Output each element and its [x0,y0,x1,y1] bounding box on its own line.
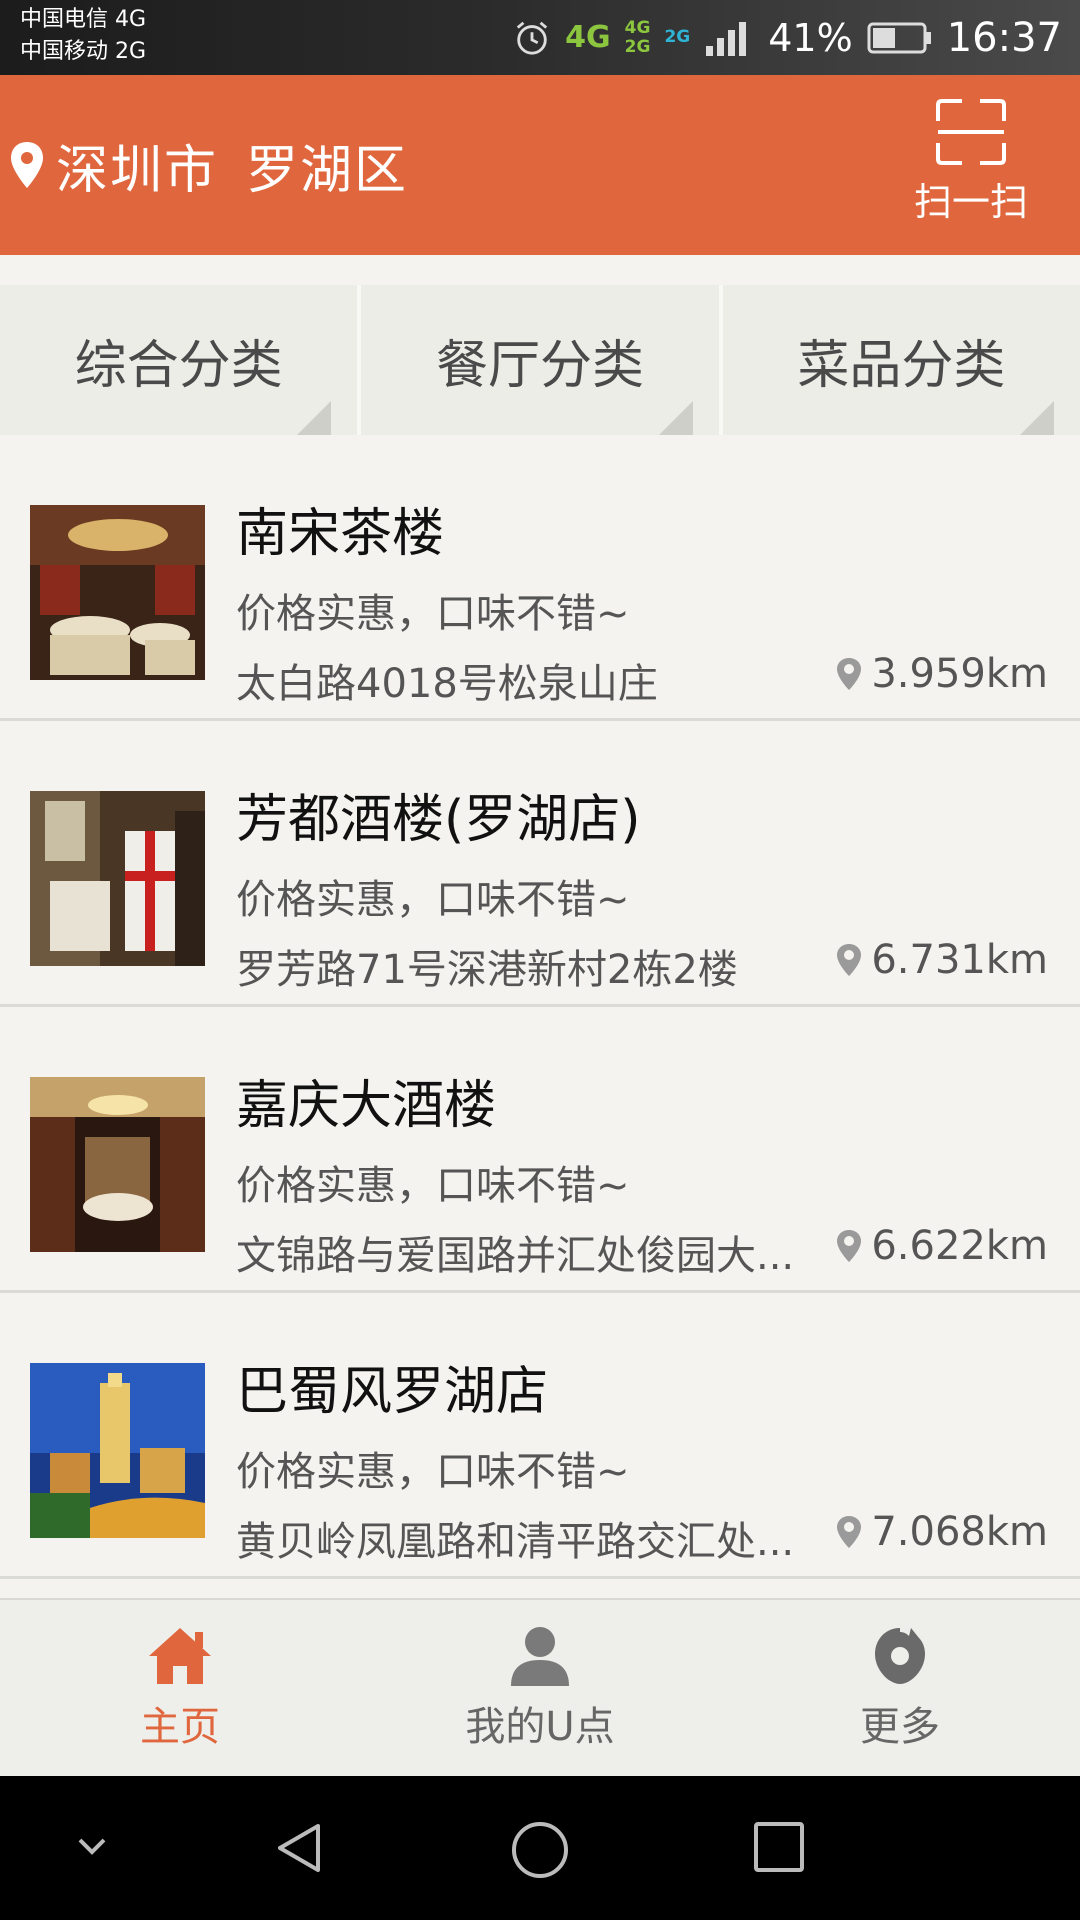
restaurant-name: 巴蜀风罗湖店 [236,1362,549,1422]
location-pin-icon [837,658,862,690]
home-icon [149,1628,211,1684]
battery-icon [867,22,931,53]
network-tertiary: 2G [664,27,691,47]
location-pin-icon [837,1230,862,1262]
tab-general-category[interactable]: 综合分类 [0,285,362,435]
restaurant-list: 南宋茶楼 价格实惠，口味不错~ 太白路4018号松泉山庄 3.959km 芳都酒… [0,435,1080,1579]
restaurant-description: 价格实惠，口味不错~ [236,591,630,637]
location-pin-icon [11,142,43,188]
recent-apps-icon[interactable] [752,1820,806,1874]
restaurant-distance: 7.068km [835,1509,1048,1555]
restaurant-photo [30,1077,205,1252]
app-header: 深圳市 罗湖区 扫一扫 [0,75,1080,255]
restaurant-address: 罗芳路71号深港新村2栋2楼 [236,947,738,993]
location-pin-icon [837,944,862,976]
location-selector[interactable]: 深圳市 罗湖区 [8,75,408,255]
restaurant-description: 价格实惠，口味不错~ [236,877,630,923]
distance-value: 6.622km [871,1223,1048,1269]
list-item[interactable]: 芳都酒楼(罗湖店) 价格实惠，口味不错~ 罗芳路71号深港新村2栋2楼 6.73… [0,721,1080,1007]
restaurant-name: 嘉庆大酒楼 [236,1076,497,1136]
restaurant-address: 文锦路与爱国路并汇处俊园大... [236,1233,795,1279]
battery-percent: 41% [768,15,853,60]
carrier-info: 中国电信 4G 中国移动 2G [20,4,146,68]
tab-label: 餐厅分类 [435,335,644,396]
nav-label-my-u-points: 我的U点 [465,1704,615,1750]
alarm-icon [516,21,548,55]
scan-button[interactable]: 扫一扫 [906,97,1036,227]
tab-restaurant-category[interactable]: 餐厅分类 [361,285,723,435]
city-label: 深圳市 [56,140,219,201]
bottom-nav: 主页 我的U点 更多 [0,1598,1080,1776]
scan-label: 扫一扫 [913,180,1028,224]
category-tabs: 综合分类 餐厅分类 菜品分类 [0,285,1080,435]
restaurant-name: 芳都酒楼(罗湖店) [236,790,641,850]
clock: 16:37 [946,14,1062,61]
restaurant-photo [30,505,205,680]
user-icon [511,1627,569,1686]
nav-item-home[interactable]: 主页 [0,1600,360,1776]
nav-label-more: 更多 [860,1704,940,1750]
network-4g-label: 4G [565,19,611,55]
restaurant-description: 价格实惠，口味不错~ [236,1163,630,1209]
nav-item-more[interactable]: 更多 [720,1600,1080,1776]
list-item[interactable]: 嘉庆大酒楼 价格实惠，口味不错~ 文锦路与爱国路并汇处俊园大... 6.622k… [0,1007,1080,1293]
carrier-2: 中国移动 2G [20,39,147,64]
list-item[interactable]: 南宋茶楼 价格实惠，口味不错~ 太白路4018号松泉山庄 3.959km [0,435,1080,721]
restaurant-photo [30,1363,205,1538]
tab-label: 菜品分类 [797,335,1006,396]
nav-item-my-u-points[interactable]: 我的U点 [360,1600,720,1776]
distance-value: 3.959km [871,651,1048,697]
scan-icon [936,99,1006,165]
location-pin-icon [837,1516,862,1548]
tab-label: 综合分类 [74,335,283,396]
list-item[interactable]: 巴蜀风罗湖店 价格实惠，口味不错~ 黄贝岭凤凰路和清平路交汇处... 7.068… [0,1293,1080,1579]
more-icon [875,1628,925,1684]
nav-label-home: 主页 [140,1704,220,1750]
home-circle-icon[interactable] [510,1820,570,1880]
district-label: 罗湖区 [246,140,409,201]
back-icon[interactable] [272,1820,328,1876]
dropdown-corner-icon [297,401,332,435]
status-bar: 中国电信 4G 中国移动 2G 4G 4G 2G 2G 41% 16:37 [0,0,1080,75]
restaurant-distance: 6.731km [835,937,1048,983]
tab-dish-category[interactable]: 菜品分类 [722,285,1080,435]
carrier-1: 中国电信 4G [20,7,147,32]
restaurant-distance: 6.622km [835,1223,1048,1269]
restaurant-description: 价格实惠，口味不错~ [236,1449,630,1495]
network-secondary: 4G 2G [624,17,651,57]
restaurant-distance: 3.959km [835,651,1048,697]
system-nav-bar [0,1776,1080,1920]
restaurant-name: 南宋茶楼 [236,504,445,564]
restaurant-address: 太白路4018号松泉山庄 [236,661,658,707]
dropdown-corner-icon [658,401,693,435]
restaurant-address: 黄贝岭凤凰路和清平路交汇处... [236,1519,795,1565]
dropdown-corner-icon [1019,401,1054,435]
chevron-down-icon[interactable] [74,1834,110,1858]
distance-value: 6.731km [871,937,1048,983]
distance-value: 7.068km [871,1509,1048,1555]
restaurant-photo [30,791,205,966]
signal-icon [706,21,747,56]
